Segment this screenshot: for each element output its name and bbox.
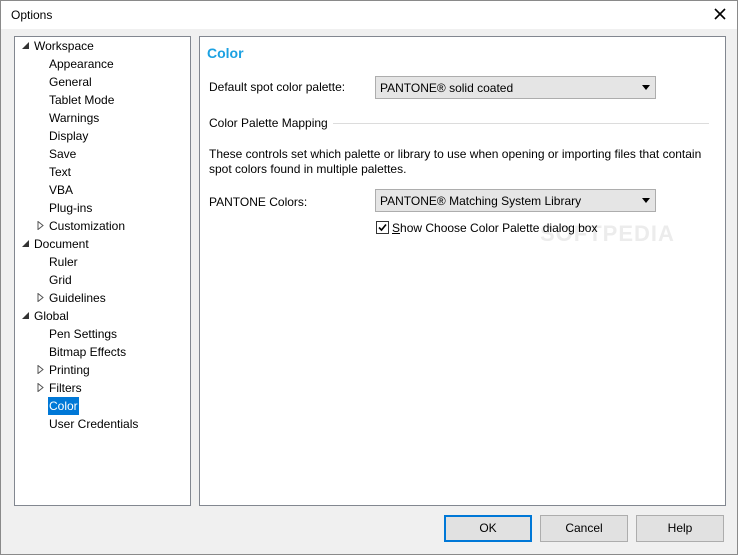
- tree-item-label: Bitmap Effects: [49, 345, 127, 359]
- tree-item-text[interactable]: Text: [48, 163, 72, 181]
- tree-item-label: Color: [48, 397, 79, 415]
- title-bar: Options: [1, 1, 737, 29]
- tree-item-label: User Credentials: [49, 417, 139, 431]
- window-title: Options: [11, 8, 53, 22]
- mapping-description-line1: These controls set which palette or libr…: [209, 147, 702, 161]
- show-dialog-label[interactable]: Show Choose Color Palette dialog box: [392, 221, 597, 235]
- tree-item-label: Pen Settings: [49, 327, 118, 341]
- collapsed-arrow-icon[interactable]: [36, 221, 45, 230]
- tree-item-global[interactable]: Global: [22, 307, 70, 325]
- options-dialog: Options Workspace Appearance General Tablet…: [0, 0, 738, 555]
- ok-button[interactable]: OK: [444, 515, 532, 542]
- tree-item-label: Display: [49, 129, 89, 143]
- tree-item-pen-settings[interactable]: Pen Settings: [48, 325, 118, 343]
- page-title: Color: [207, 45, 244, 61]
- collapsed-arrow-icon[interactable]: [36, 293, 45, 302]
- chevron-down-icon: [642, 198, 650, 203]
- tree-item-save[interactable]: Save: [48, 145, 77, 163]
- tree-item-label: Tablet Mode: [49, 93, 115, 107]
- tree-item-label: Warnings: [49, 111, 100, 125]
- tree-item-label: General: [49, 75, 92, 89]
- tree-item-workspace[interactable]: Workspace: [22, 37, 95, 55]
- pantone-colors-label: PANTONE Colors:: [209, 195, 308, 209]
- chevron-down-icon: [642, 85, 650, 90]
- tree-item-grid[interactable]: Grid: [48, 271, 73, 289]
- tree-item-label: Global: [34, 309, 69, 323]
- collapsed-arrow-icon[interactable]: [36, 383, 45, 392]
- tree-item-document[interactable]: Document: [22, 235, 90, 253]
- tree-item-color[interactable]: Color: [48, 397, 79, 415]
- mapping-group-label: Color Palette Mapping: [209, 116, 328, 130]
- tree-item-label: Document: [34, 237, 89, 251]
- tree-item-filters[interactable]: Filters: [37, 379, 83, 397]
- tree-item-label: VBA: [49, 183, 74, 197]
- tree-item-bitmap-effects[interactable]: Bitmap Effects: [48, 343, 127, 361]
- tree-item-label: Plug-ins: [49, 201, 93, 215]
- tree-item-printing[interactable]: Printing: [37, 361, 91, 379]
- tree-item-ruler[interactable]: Ruler: [48, 253, 79, 271]
- expanded-arrow-icon[interactable]: [21, 41, 30, 50]
- tree-item-label: Text: [49, 165, 72, 179]
- tree-item-label: Save: [49, 147, 77, 161]
- expanded-arrow-icon[interactable]: [21, 311, 30, 320]
- tree-item-label: Guidelines: [49, 291, 106, 305]
- tree-item-label: Workspace: [34, 39, 94, 53]
- spot-palette-value: PANTONE® solid coated: [380, 81, 514, 95]
- tree-item-label: Printing: [49, 363, 90, 377]
- help-button[interactable]: Help: [636, 515, 724, 542]
- tree-item-tablet-mode[interactable]: Tablet Mode: [48, 91, 115, 109]
- tree-item-plug-ins[interactable]: Plug-ins: [48, 199, 93, 217]
- show-dialog-checkbox[interactable]: [376, 221, 389, 234]
- group-divider: [333, 123, 709, 124]
- collapsed-arrow-icon[interactable]: [36, 365, 45, 374]
- spot-palette-label: Default spot color palette:: [209, 80, 346, 94]
- tree-item-general[interactable]: General: [48, 73, 93, 91]
- tree-item-label: Appearance: [49, 57, 114, 71]
- tree-item-display[interactable]: Display: [48, 127, 89, 145]
- close-button[interactable]: [703, 1, 737, 27]
- tree-item-label: Ruler: [49, 255, 78, 269]
- pantone-colors-dropdown[interactable]: PANTONE® Matching System Library: [375, 189, 656, 212]
- tree-item-label: Filters: [49, 381, 82, 395]
- pantone-colors-value: PANTONE® Matching System Library: [380, 194, 582, 208]
- mapping-description-line2: spot colors found in multiple palettes.: [209, 162, 407, 176]
- cancel-button[interactable]: Cancel: [540, 515, 628, 542]
- content-panel: SOFTPEDIA Color Default spot color palet…: [199, 36, 726, 506]
- tree-item-label: Grid: [49, 273, 72, 287]
- tree-item-appearance[interactable]: Appearance: [48, 55, 115, 73]
- tree-item-warnings[interactable]: Warnings: [48, 109, 100, 127]
- tree-item-vba[interactable]: VBA: [48, 181, 74, 199]
- show-dialog-label-text: how Choose Color Palette dialog box: [400, 221, 598, 235]
- spot-palette-dropdown[interactable]: PANTONE® solid coated: [375, 76, 656, 99]
- tree-item-user-credentials[interactable]: User Credentials: [48, 415, 139, 433]
- tree-item-customization[interactable]: Customization: [37, 217, 126, 235]
- tree-item-label: Customization: [49, 219, 126, 233]
- tree-item-guidelines[interactable]: Guidelines: [37, 289, 107, 307]
- checkmark-icon: [378, 223, 387, 232]
- options-tree[interactable]: Workspace Appearance General Tablet Mode War…: [14, 36, 191, 506]
- show-dialog-label-mnemonic: S: [392, 221, 401, 235]
- close-icon: [714, 8, 726, 20]
- expanded-arrow-icon[interactable]: [21, 239, 30, 248]
